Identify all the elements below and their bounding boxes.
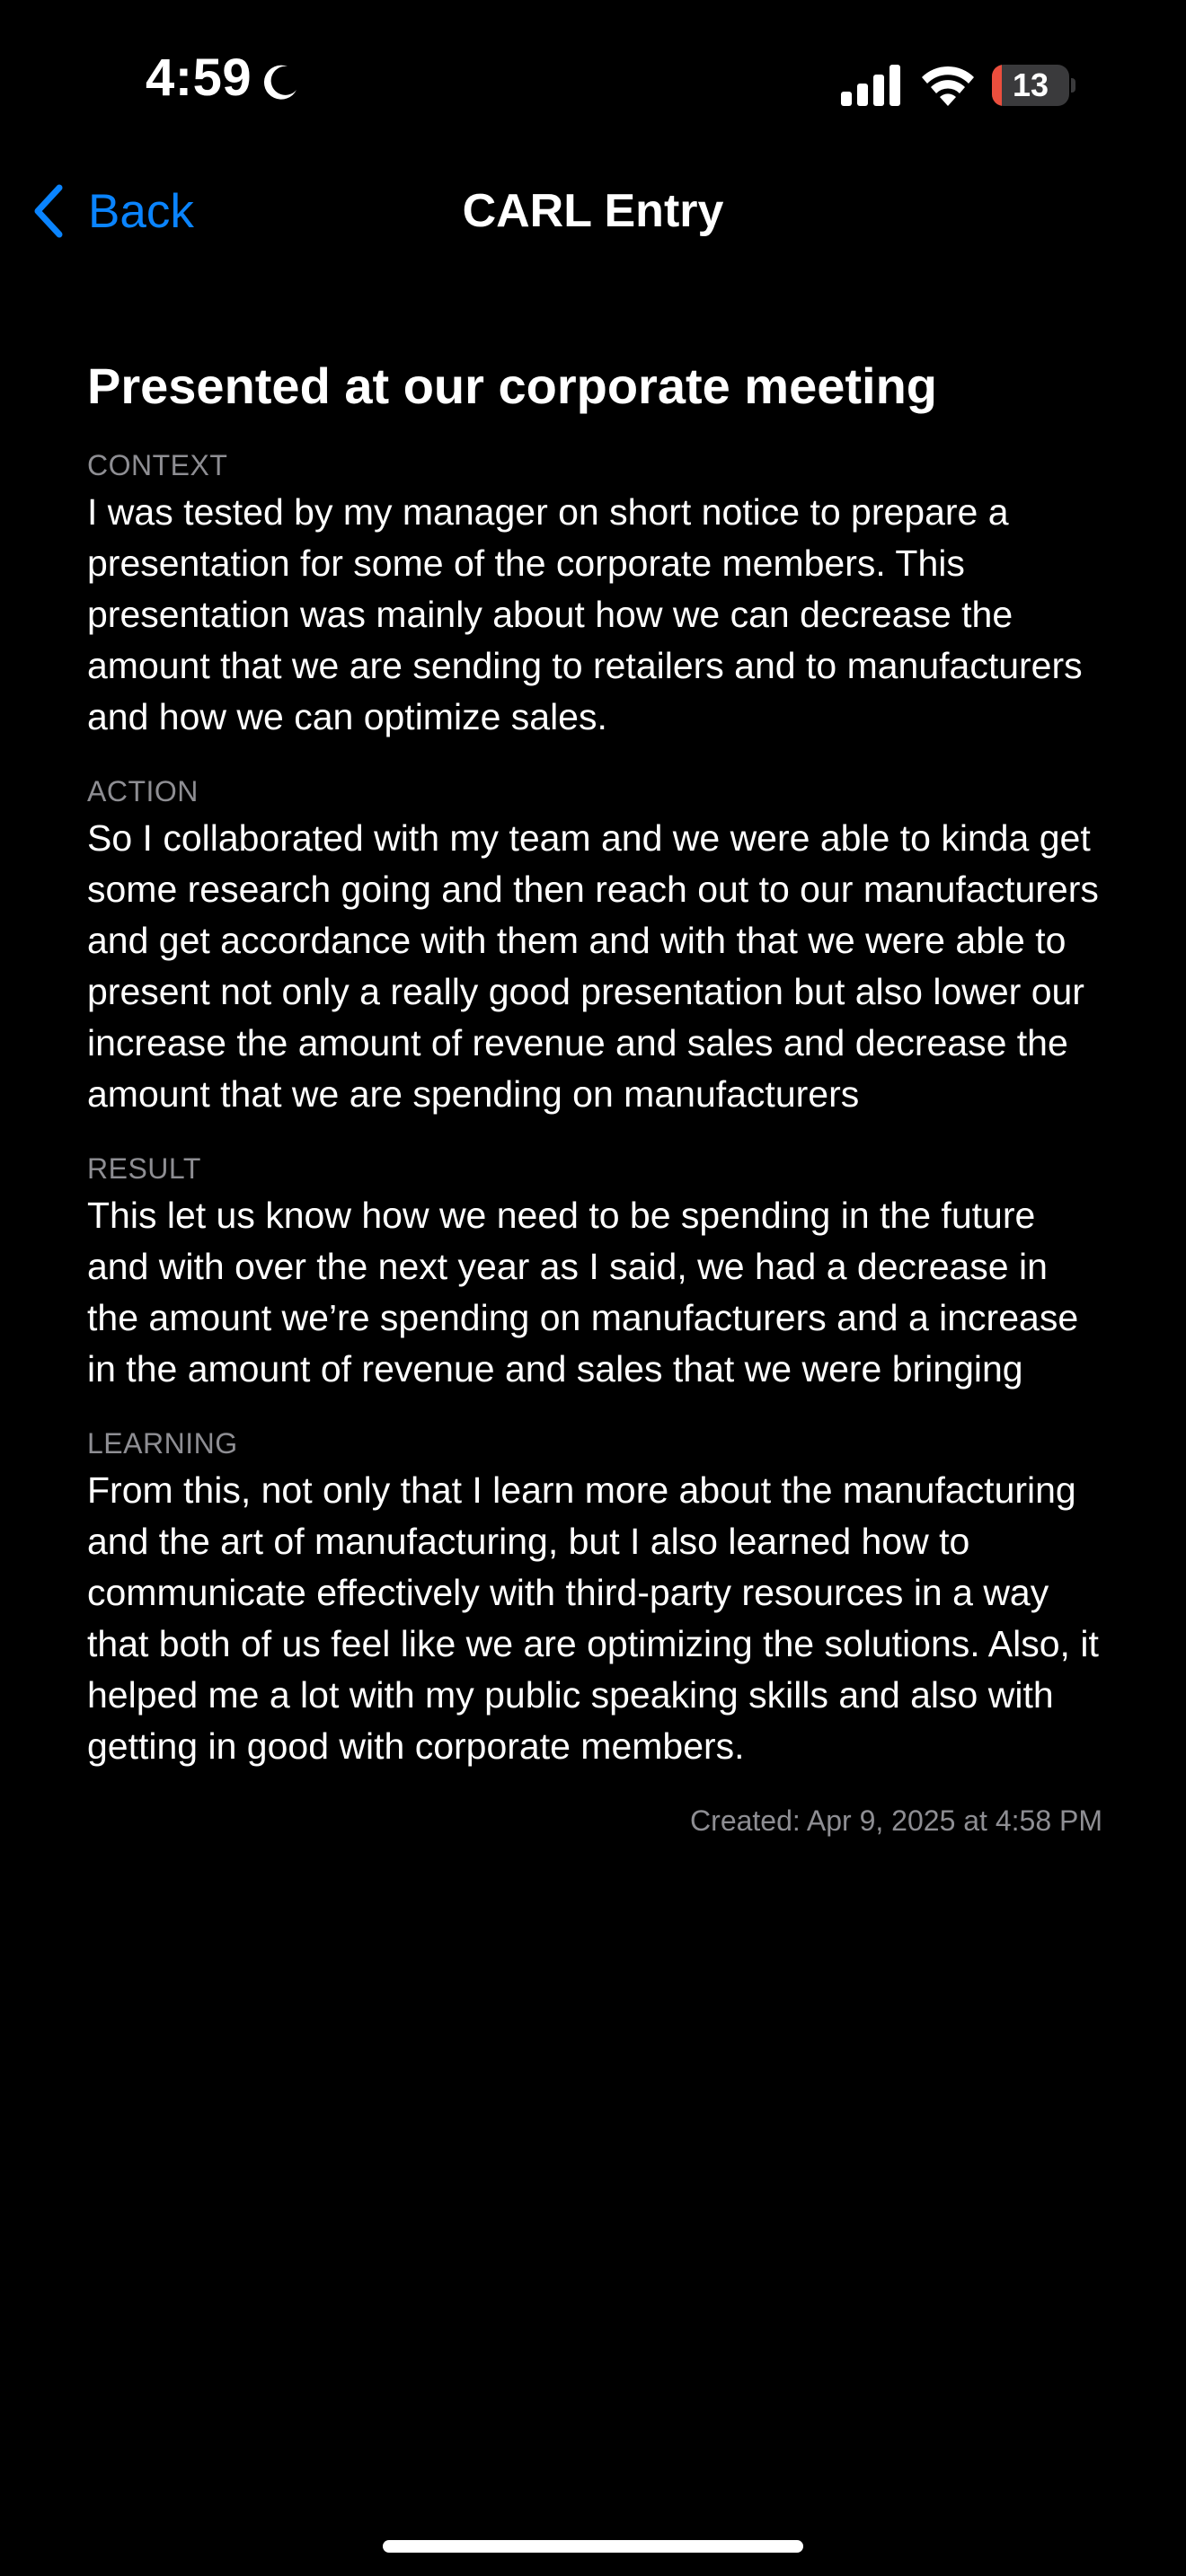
learning-section: LEARNING From this, not only that I lear… [87,1425,1102,1772]
moon-icon [263,65,296,100]
result-text: This let us know how we need to be spend… [87,1195,1079,1389]
home-indicator[interactable] [383,2540,803,2553]
battery-body: 13 [992,65,1069,106]
result-label: RESULT [87,1152,201,1185]
entry-title: Presented at our corporate meeting [87,357,938,414]
battery-icon: 13 [992,65,1075,106]
context-label: CONTEXT [87,449,228,481]
chevron-left-icon [34,184,63,238]
entry-content: Presented at our corporate meeting CONTE… [87,354,1102,1839]
status-bar: 4:59 13 [0,0,1186,171]
action-text: So I collaborated with my team and we we… [87,817,1099,1115]
action-label: ACTION [87,775,199,807]
created-timestamp: Created: Apr 9, 2025 at 4:58 PM [690,1804,1102,1837]
cellular-signal-icon [841,65,900,106]
learning-label: LEARNING [87,1427,238,1460]
action-section: ACTION So I collaborated with my team an… [87,773,1102,1120]
result-section: RESULT This let us know how we need to b… [87,1151,1102,1395]
back-button[interactable]: Back [31,178,194,244]
navigation-bar: Back CARL Entry [0,171,1186,251]
context-text: I was tested by my manager on short noti… [87,491,1083,737]
wifi-icon [922,66,974,106]
status-time: 4:59 [146,49,252,107]
context-section: CONTEXT I was tested by my manager on sh… [87,447,1102,743]
battery-level: 13 [1012,66,1049,103]
battery-tip [1071,78,1075,93]
back-label: Back [88,184,194,238]
learning-text: From this, not only that I learn more ab… [87,1469,1099,1767]
